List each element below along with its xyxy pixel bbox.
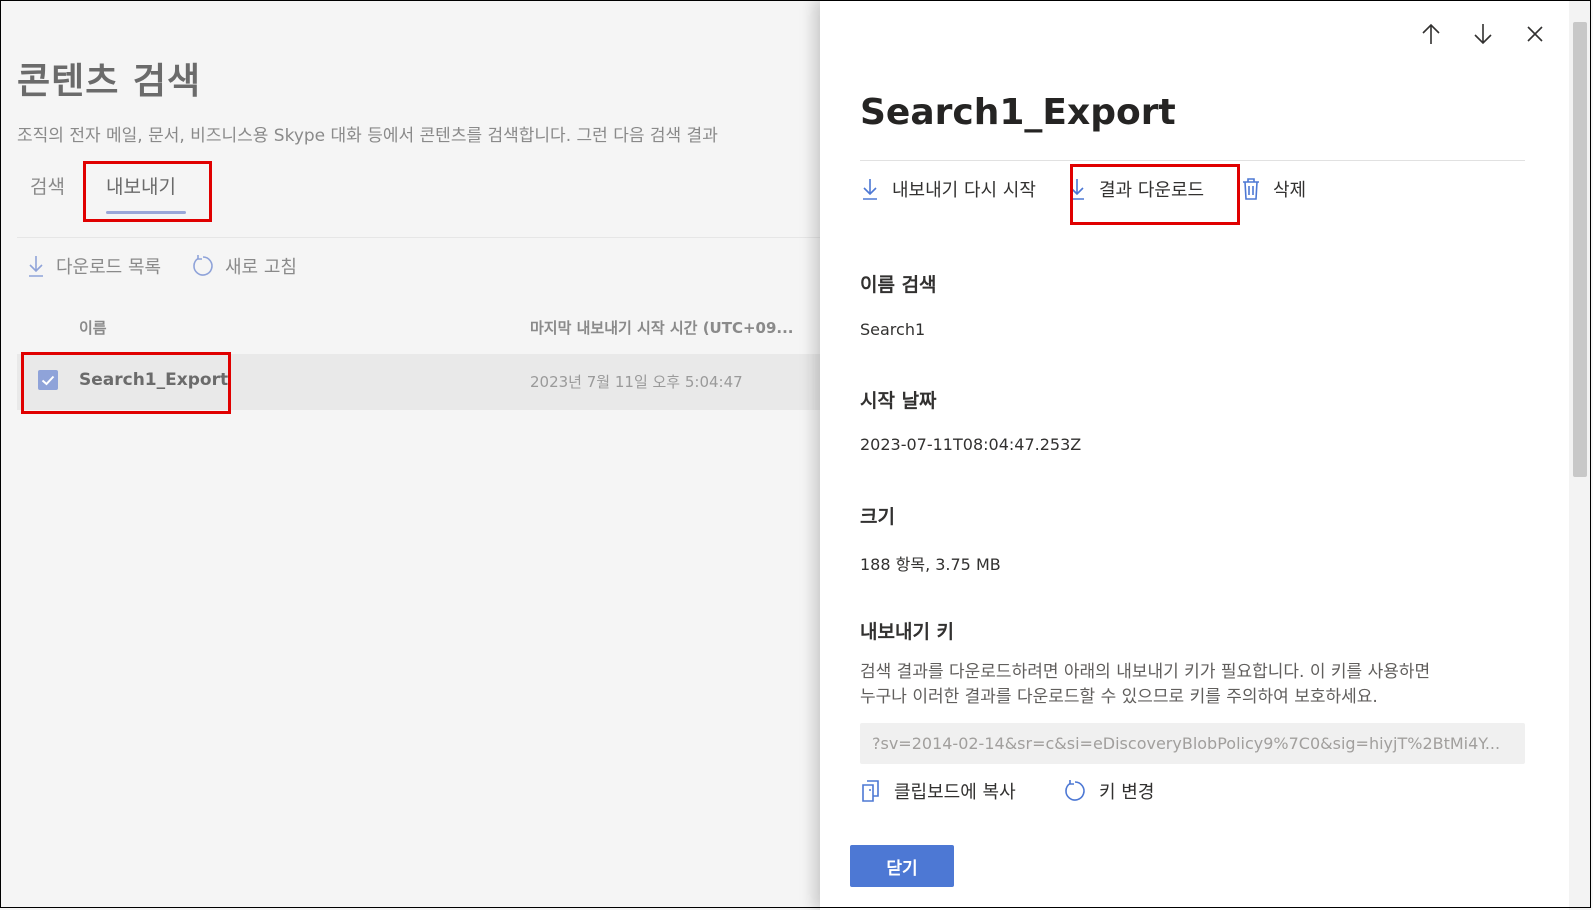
divider — [17, 237, 820, 238]
search-name-label: 이름 검색 — [860, 274, 937, 296]
restart-export-button[interactable]: 내보내기 다시 시작 — [860, 176, 1036, 202]
panel-nav-icons — [1419, 22, 1547, 46]
export-key-description: 검색 결과를 다운로드하려면 아래의 내보내기 키가 필요합니다. 이 키를 사… — [860, 660, 1530, 710]
refresh-icon — [193, 255, 213, 276]
row-name[interactable]: Search1_Export — [79, 370, 228, 390]
export-key-description-line: 누구나 이러한 결과를 다운로드할 수 있으므로 키를 주의하여 보호하세요. — [860, 687, 1378, 707]
change-key-button[interactable]: 키 변경 — [1063, 778, 1154, 804]
table-row[interactable]: Search1_Export 2023년 7월 11일 오후 5:04:47 — [17, 354, 820, 410]
tab-selected-indicator — [106, 211, 186, 214]
trash-icon — [1243, 178, 1259, 200]
divider — [860, 160, 1525, 161]
refresh-icon — [1065, 780, 1085, 801]
page-description: 조직의 전자 메일, 문서, 비즈니스용 Skype 대화 등에서 콘텐츠를 검… — [17, 126, 718, 146]
copy-to-clipboard-button[interactable]: 클립보드에 복사 — [860, 778, 1016, 804]
delete-label: 삭제 — [1273, 180, 1307, 201]
column-header-last-export-time[interactable]: 마지막 내보내기 시작 시간 (UTC+09... — [530, 317, 794, 338]
size-label: 크기 — [860, 506, 895, 528]
copy-icon — [862, 780, 879, 802]
tab-search[interactable]: 검색 — [30, 172, 65, 199]
download-list-label: 다운로드 목록 — [56, 257, 162, 278]
search-name-value: Search1 — [860, 320, 926, 339]
scrollbar-track[interactable] — [1569, 0, 1591, 910]
close-button[interactable]: 닫기 — [850, 845, 954, 887]
column-header-name[interactable]: 이름 — [79, 317, 107, 338]
export-key-label: 내보내기 키 — [860, 621, 955, 643]
scrollbar-thumb[interactable] — [1573, 22, 1587, 477]
change-key-label: 키 변경 — [1099, 782, 1155, 803]
content-search-page: 콘텐츠 검색 조직의 전자 메일, 문서, 비즈니스용 Skype 대화 등에서… — [0, 0, 820, 910]
panel-title: Search1_Export — [860, 92, 1176, 133]
export-details-panel: Search1_Export 내보내기 다시 시작 결과 다운로드 삭제 이름 … — [820, 0, 1591, 910]
restart-export-label: 내보내기 다시 시작 — [892, 180, 1036, 201]
size-value: 188 항목, 3.75 MB — [860, 555, 1001, 574]
tab-export[interactable]: 내보내기 — [106, 172, 176, 199]
download-results-label: 결과 다운로드 — [1099, 180, 1205, 201]
download-results-button[interactable]: 결과 다운로드 — [1067, 176, 1204, 202]
download-icon — [863, 179, 877, 200]
row-checkbox[interactable] — [38, 370, 58, 390]
export-key-field[interactable] — [860, 723, 1525, 764]
download-icon — [29, 256, 43, 277]
close-icon[interactable] — [1523, 22, 1547, 46]
refresh-label: 새로 고침 — [225, 257, 297, 278]
copy-to-clipboard-label: 클립보드에 복사 — [894, 782, 1016, 803]
page-title: 콘텐츠 검색 — [17, 61, 202, 102]
refresh-button[interactable]: 새로 고침 — [191, 253, 297, 279]
arrow-down-icon[interactable] — [1471, 22, 1495, 46]
arrow-up-icon[interactable] — [1419, 22, 1443, 46]
delete-button[interactable]: 삭제 — [1241, 176, 1306, 202]
start-date-label: 시작 날짜 — [860, 390, 937, 412]
start-date-value: 2023-07-11T08:04:47.253Z — [860, 435, 1082, 454]
checkmark-icon — [41, 375, 55, 386]
row-last-export-time: 2023년 7월 11일 오후 5:04:47 — [530, 373, 743, 391]
export-key-description-line: 검색 결과를 다운로드하려면 아래의 내보내기 키가 필요합니다. 이 키를 사… — [860, 662, 1431, 682]
download-icon — [1070, 179, 1084, 200]
download-list-button[interactable]: 다운로드 목록 — [26, 253, 161, 279]
